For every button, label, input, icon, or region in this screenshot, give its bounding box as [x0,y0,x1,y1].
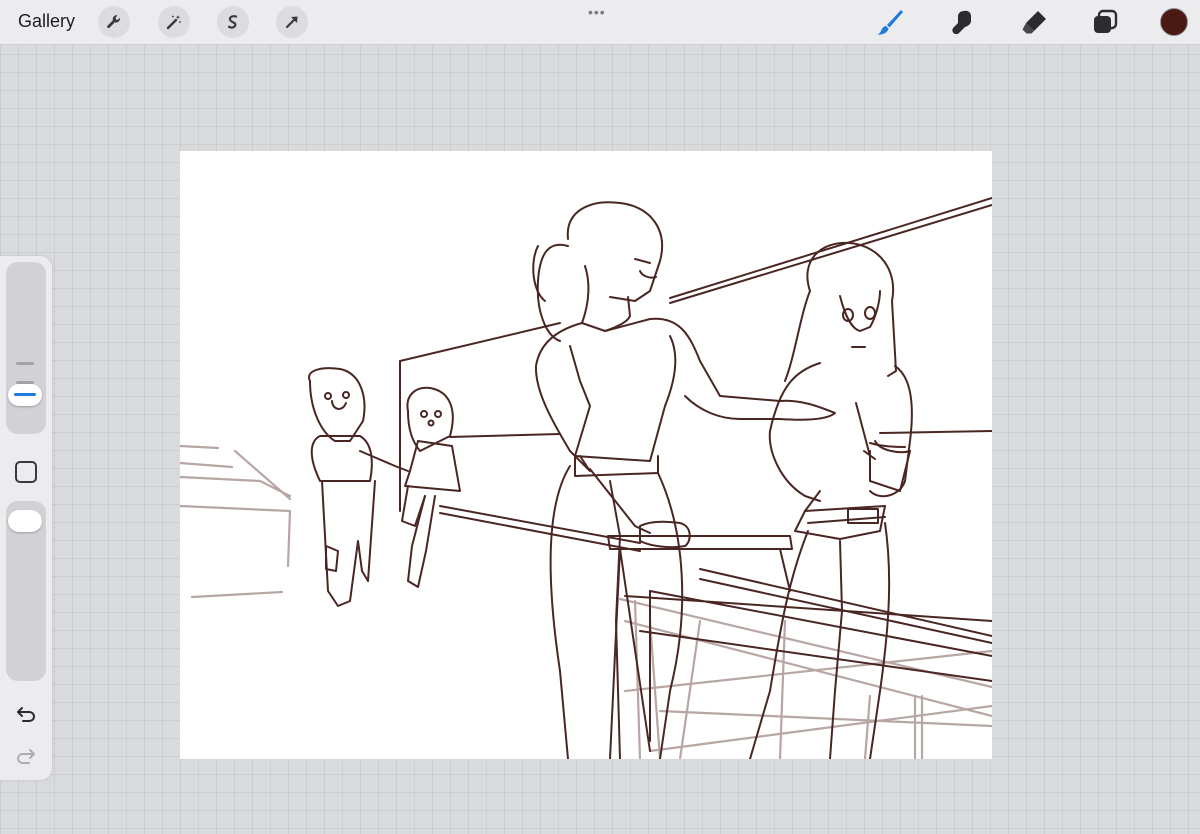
brush-icon [877,10,903,35]
undo-button[interactable] [12,700,40,728]
more-options-icon[interactable]: ••• [588,4,606,20]
eraser-icon [1022,11,1046,34]
line-art [308,197,992,759]
magic-wand-icon [166,15,181,30]
redo-icon [16,749,35,764]
left-sidebar [0,256,52,780]
adjustments-button[interactable] [158,6,190,38]
canvas-artwork [180,197,992,759]
drawing-canvas[interactable] [180,151,992,759]
wrench-icon [107,15,121,29]
selection-button[interactable] [217,6,249,38]
color-picker-swatch[interactable] [1160,8,1188,36]
undo-icon [17,707,36,722]
size-marker [16,362,34,365]
modify-button[interactable] [15,461,37,483]
transform-button[interactable] [276,6,308,38]
redo-button[interactable] [12,742,40,770]
smudge-tool-button[interactable] [946,6,978,38]
brush-size-slider[interactable] [6,262,46,434]
layers-button[interactable] [1089,6,1121,38]
sketch-strokes [180,444,992,759]
top-toolbar: Gallery ••• [0,0,1200,45]
gallery-button[interactable]: Gallery [18,11,75,32]
size-indicator [14,393,36,396]
brush-tool-button[interactable] [874,6,906,38]
smudge-icon [952,10,971,35]
selection-icon [227,15,238,29]
eraser-tool-button[interactable] [1018,6,1050,38]
layers-icon [1094,9,1118,33]
opacity-handle[interactable] [8,510,42,532]
transform-arrow-icon [285,16,298,29]
actions-button[interactable] [98,6,130,38]
